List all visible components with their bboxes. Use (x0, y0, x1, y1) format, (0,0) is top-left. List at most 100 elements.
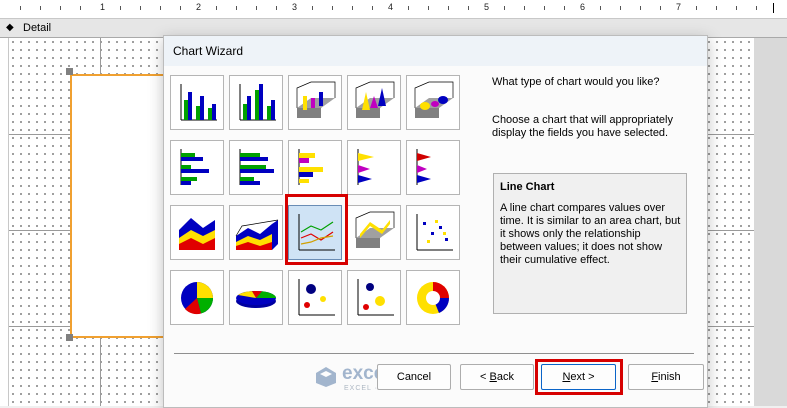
stacked-column-chart-button[interactable] (229, 75, 283, 130)
dialog-title: Chart Wizard (173, 44, 244, 58)
pyramid-bar-chart-button[interactable] (406, 140, 460, 195)
ruler-tick (660, 6, 661, 10)
pie-chart-button[interactable] (170, 270, 224, 325)
stacked-column-chart-icon (239, 84, 276, 121)
line-chart-highlight (285, 194, 348, 265)
back-label-prefix: < (480, 371, 490, 383)
chart-type-question: What type of chart would you like? (492, 76, 660, 88)
bubble-chart-button[interactable] (288, 270, 342, 325)
3d-pie-chart-button[interactable] (229, 270, 283, 325)
ruler-tick (716, 6, 717, 10)
ruler-number: 4 (388, 2, 394, 12)
ruler-tick (544, 6, 545, 10)
3d-column-chart-icon (296, 81, 336, 118)
pyramid-bar-chart-icon (416, 149, 431, 185)
ruler-tick (468, 6, 469, 10)
ruler-tick (140, 6, 141, 10)
finish-button[interactable]: Finish (628, 364, 704, 390)
xy-scatter-chart-button[interactable] (406, 205, 460, 260)
dialog-titlebar[interactable]: Chart Wizard (164, 36, 707, 66)
3d-pie-chart-icon (236, 290, 277, 308)
ruler-tick (352, 6, 353, 10)
area-chart-icon (179, 218, 215, 250)
ruler-tick (504, 6, 505, 10)
ruler-tick (372, 6, 373, 10)
section-collapse-icon[interactable]: ◆ (6, 22, 14, 33)
ruler-tick (736, 6, 737, 10)
report-outside-area (754, 38, 787, 406)
ruler-number: 2 (196, 2, 202, 12)
ruler-tick (120, 6, 121, 10)
pie-chart-icon (181, 282, 213, 315)
3d-area-chart-icon (235, 219, 279, 250)
ruler-tick (20, 6, 21, 10)
ruler-tick (620, 6, 621, 10)
3d-pyramid-chart-button[interactable] (406, 75, 460, 130)
3d-line-chart-button[interactable] (347, 205, 401, 260)
ruler-tick (60, 6, 61, 10)
doughnut-chart-icon (417, 282, 450, 314)
section-label: Detail (23, 22, 52, 34)
move-handle[interactable] (66, 68, 73, 75)
finish-label-rest: inish (658, 371, 681, 383)
ruler-tick (80, 6, 81, 10)
ruler-tick (756, 6, 757, 10)
bar-chart-icon (180, 149, 209, 185)
ruler-tick (408, 6, 409, 10)
back-label-rest: ack (496, 371, 514, 383)
3d-line-chart-icon (355, 211, 395, 248)
ruler-tick (640, 6, 641, 10)
column-chart-icon (180, 84, 217, 121)
back-label-accelerator: B (489, 371, 497, 383)
chart-description-box: Line Chart A line chart compares values … (493, 173, 687, 314)
exceldemy-logo-icon (316, 367, 336, 387)
chart-type-instructions: Choose a chart that will appropriately d… (492, 114, 673, 139)
ruler-tick (448, 6, 449, 10)
ruler-tick (564, 6, 565, 10)
dialog-separator (174, 353, 694, 354)
3d-bubble-chart-icon (357, 279, 394, 316)
cancel-button[interactable]: Cancel (377, 364, 451, 390)
ruler-tick (524, 6, 525, 10)
3d-column-chart-button[interactable] (288, 75, 342, 130)
cone-bar-chart-icon (357, 149, 374, 185)
ruler-tick (216, 6, 217, 10)
ruler-tick (276, 6, 277, 10)
stacked-bar-chart-button[interactable] (229, 140, 283, 195)
chart-description-text: A line chart compares values over time. … (500, 202, 681, 266)
cancel-label: Cancel (396, 371, 432, 383)
bar-chart-button[interactable] (170, 140, 224, 195)
3d-bar-chart-icon (298, 149, 323, 185)
ruler-tick (600, 6, 601, 10)
ruler-tick (160, 6, 161, 10)
ruler-number: 1 (100, 2, 106, 12)
back-button[interactable]: < Back (460, 364, 534, 390)
column-chart-button[interactable] (170, 75, 224, 130)
resize-handle[interactable] (66, 334, 73, 341)
ruler-tick (696, 6, 697, 10)
3d-pyramid-chart-icon (414, 81, 454, 118)
bubble-chart-icon (298, 279, 335, 316)
ruler-number: 3 (292, 2, 298, 12)
horizontal-ruler: 1 2 3 4 5 6 7 (0, 0, 787, 19)
ruler-number: 5 (484, 2, 490, 12)
3d-cone-chart-icon (355, 81, 395, 118)
chart-description-title: Line Chart (500, 181, 555, 193)
doughnut-chart-button[interactable] (406, 270, 460, 325)
ruler-tick (40, 6, 41, 10)
ruler-tick (236, 6, 237, 10)
cone-bar-chart-button[interactable] (347, 140, 401, 195)
3d-cone-chart-button[interactable] (347, 75, 401, 130)
ruler-number: 7 (676, 2, 682, 12)
3d-bubble-chart-button[interactable] (347, 270, 401, 325)
ruler-tick (332, 6, 333, 10)
chart-wizard-dialog: Chart Wizard What type of chart would yo… (163, 35, 708, 408)
ruler-tick (256, 6, 257, 10)
xy-scatter-chart-icon (416, 214, 453, 251)
area-chart-button[interactable] (170, 205, 224, 260)
stacked-bar-chart-icon (239, 149, 274, 185)
vertical-ruler (0, 38, 9, 406)
next-button-highlight (535, 359, 623, 395)
3d-area-chart-button[interactable] (229, 205, 283, 260)
3d-bar-chart-button[interactable] (288, 140, 342, 195)
